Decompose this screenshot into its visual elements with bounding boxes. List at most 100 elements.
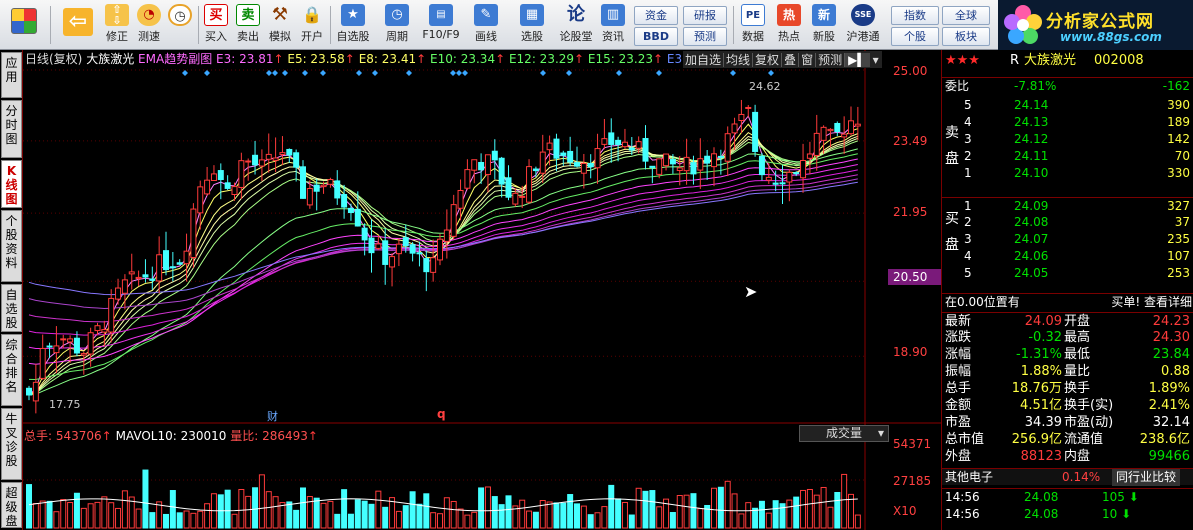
toolbar-item-moni[interactable]: ⚒ 模拟 — [265, 2, 295, 48]
sell-level-row[interactable]: 5 24.14 390 — [942, 97, 1193, 114]
volume-bar — [587, 514, 594, 529]
volume-bar — [279, 502, 286, 529]
buy-level-row[interactable]: 4 24.06 107 — [942, 248, 1193, 265]
buy-level-row[interactable]: 2 24.08 37 — [942, 214, 1193, 231]
toolbar-item-zixun[interactable]: ▥ 资讯 — [596, 2, 630, 48]
volume-bar — [156, 501, 163, 529]
overlay-button[interactable]: 叠 — [782, 53, 800, 67]
sidebar-tab-apps[interactable]: 应用 — [1, 52, 22, 98]
sector-name[interactable]: 其他电子 — [945, 469, 993, 486]
view-detail-link[interactable]: 买单! 查看详细 — [1111, 294, 1192, 311]
position-row: 在0.00位置有 买单! 查看详细 — [942, 293, 1193, 310]
menu-button-quanqiu[interactable]: 全球 — [942, 6, 990, 25]
stat-value: 32.14 — [1152, 415, 1190, 430]
toolbar-item-f10[interactable]: ▤ F10/F9 — [421, 2, 461, 48]
sell-level-row[interactable]: 3 24.12 142 — [942, 131, 1193, 148]
volume-selector[interactable]: 成交量 ▾ — [799, 425, 889, 442]
menu-button-yanbao[interactable]: 研报 — [683, 6, 727, 25]
toolbar-item-shuju[interactable]: PE 数据 — [737, 2, 769, 48]
toolbar-item-kaihu[interactable]: 🔒 开户 — [297, 2, 327, 48]
buy-level-row[interactable]: 1 24.09 327 — [942, 197, 1193, 214]
flower-logo-icon — [1004, 5, 1042, 44]
ma-button[interactable]: 均线 — [724, 53, 754, 67]
sidebar-tab-watchlist[interactable]: 自选股 — [1, 284, 22, 332]
industry-compare-button[interactable]: 同行业比较 — [1112, 469, 1181, 486]
stat-row: 涨幅 -1.31% 最低 23.84 — [942, 346, 1193, 363]
toolbar-item-xiuzheng[interactable]: ⇧ ⇩ 修正 — [102, 2, 132, 48]
candle-body — [628, 147, 635, 151]
kline-chart-area[interactable]: 日线(复权) 大族激光 EMA趋势副图 E3: 23.81↑ E5: 23.58… — [23, 50, 941, 530]
toolbar-item-zhouqi[interactable]: ◷ 周期 — [377, 2, 417, 48]
menu-button-bankuai[interactable]: 板块 — [942, 27, 990, 46]
candle-body — [594, 148, 601, 169]
sidebar-tab-diagnosis[interactable]: 牛叉诊股 — [1, 408, 22, 480]
toolbar-item-sell[interactable]: 卖卖出 — [233, 2, 263, 48]
tick-volume: 10 ⬇ — [1102, 507, 1132, 521]
q-marker[interactable]: q — [437, 407, 446, 421]
add-watchlist-button[interactable]: 加自选 — [683, 53, 725, 67]
level-volume: 107 — [1167, 249, 1190, 263]
candle-body — [169, 266, 176, 269]
volume-bar — [711, 487, 717, 529]
sidebar-tab-kline[interactable]: K线图 — [1, 160, 22, 208]
toolbar-item-huaxian[interactable]: ✎ 画线 — [466, 2, 506, 48]
buy-level-row[interactable]: 3 24.07 235 — [942, 231, 1193, 248]
toolbar-item-lungutang[interactable]: 论论股堂 — [556, 2, 596, 48]
candle-body — [334, 180, 341, 199]
sell-level-row[interactable]: 2 24.11 70 — [942, 148, 1193, 165]
volume-bar — [60, 499, 67, 529]
sell-level-row[interactable]: 4 24.13 189 — [942, 114, 1193, 131]
indicator-label[interactable]: EMA趋势副图 — [138, 52, 212, 66]
toolbar-item-zixuangu[interactable]: ★ 自选股 — [333, 2, 373, 48]
adjust-button[interactable]: 复权 — [753, 53, 783, 67]
toolbar-item-redian[interactable]: 热热点 — [773, 2, 805, 48]
volume-bar — [560, 502, 567, 529]
volume-header: 总手: 543706↑ MAVOL10: 230010 量比: 286493↑ — [24, 429, 318, 443]
stat-label: 开盘 — [1064, 314, 1091, 329]
volume-bar — [820, 486, 827, 529]
news-icon: ▥ — [601, 4, 625, 26]
kline-chart-svg[interactable] — [23, 50, 941, 530]
sidebar-tab-timeshare[interactable]: 分时图 — [1, 100, 22, 158]
candle-body — [163, 250, 169, 271]
menu-button-zhishu[interactable]: 指数 — [891, 6, 939, 25]
volume-bar — [94, 501, 101, 529]
sidebar-tab-ranking[interactable]: 综合排名 — [1, 334, 22, 406]
level-index: 3 — [964, 132, 972, 146]
volume-bar — [437, 513, 443, 529]
sidebar-tab-stock-info[interactable]: 个股资料 — [1, 210, 22, 282]
toolbar-item-cesu-clock[interactable]: ◷ — [165, 2, 195, 48]
candle-body — [341, 194, 348, 208]
sidebar-tab-super[interactable]: 超级盘 — [1, 482, 22, 528]
menu-button-zijin[interactable]: 资金 — [634, 6, 678, 25]
candle-body — [327, 179, 334, 185]
toolbar-item-xingu[interactable]: 新新股 — [808, 2, 840, 48]
stat-label: 总手 — [945, 381, 972, 396]
candle-body — [409, 244, 416, 254]
toolbar-back-button[interactable]: ⇦ — [58, 2, 98, 48]
candle-body — [368, 237, 375, 254]
candle-body — [731, 123, 738, 134]
volume-bar — [361, 500, 368, 529]
candle-body — [272, 157, 279, 161]
buy-level-row[interactable]: 5 24.05 253 — [942, 265, 1193, 282]
forecast-button[interactable]: 预测 — [816, 53, 846, 67]
chevron-down-icon[interactable]: ▾ — [870, 53, 882, 67]
menu-button-yuce[interactable]: 预测 — [683, 27, 727, 46]
toolbar-item-buy[interactable]: 买买入 — [201, 2, 231, 48]
menu-button-gegu[interactable]: 个股 — [891, 27, 939, 46]
candle-body — [286, 148, 293, 156]
volume-bar — [197, 510, 204, 529]
toolbar-item-xuangu[interactable]: ▦ 选股 — [512, 2, 552, 48]
expand-icon[interactable]: ▶▍ — [845, 53, 870, 67]
sell-level-row[interactable]: 1 24.10 330 — [942, 165, 1193, 182]
toolbar-item-cesu[interactable]: ◔ 测速 — [134, 2, 164, 48]
toolbar-grid-button[interactable] — [4, 2, 44, 48]
candle-body — [580, 162, 587, 174]
toolbar-item-hugangtong[interactable]: SSE 沪港通 — [843, 2, 883, 48]
menu-button-bbd[interactable]: BBD — [634, 27, 678, 46]
volume-bar — [628, 514, 635, 529]
window-button[interactable]: 窗 — [799, 53, 817, 67]
candle-body — [519, 195, 526, 198]
finance-marker[interactable]: 财 — [267, 408, 278, 424]
